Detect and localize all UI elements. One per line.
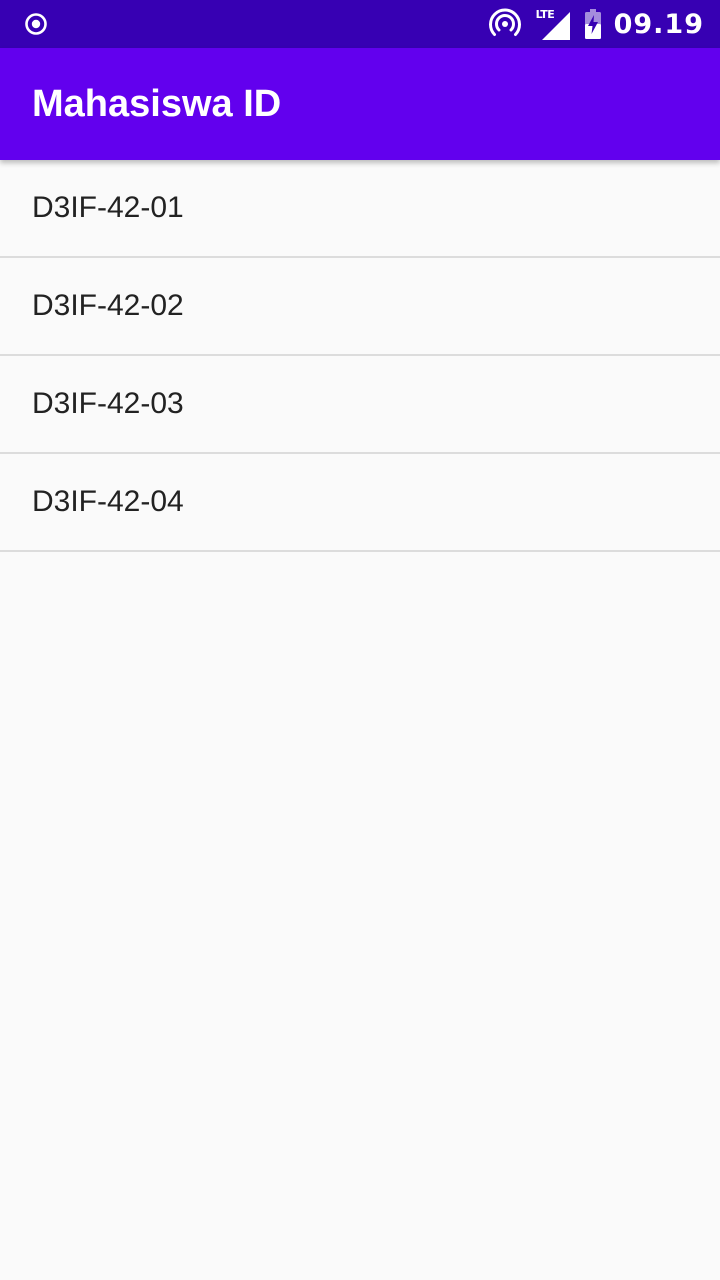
list-item-label: D3IF-42-03 bbox=[32, 387, 184, 420]
radio-button-icon bbox=[25, 13, 47, 35]
list-item[interactable]: D3IF-42-01 bbox=[0, 160, 720, 258]
signal-icon bbox=[541, 12, 570, 40]
list-item-label: D3IF-42-02 bbox=[32, 289, 184, 322]
status-bar: LTE 09.19 bbox=[0, 0, 720, 48]
mahasiswa-list: D3IF-42-01 D3IF-42-02 D3IF-42-03 D3IF-42… bbox=[0, 160, 720, 552]
app-bar: Mahasiswa ID bbox=[0, 48, 720, 160]
list-item-label: D3IF-42-01 bbox=[32, 191, 184, 224]
hotspot-icon bbox=[488, 8, 521, 36]
status-icons: LTE 09.19 bbox=[488, 0, 704, 48]
list-item[interactable]: D3IF-42-04 bbox=[0, 454, 720, 552]
list-item-label: D3IF-42-04 bbox=[32, 485, 184, 518]
status-time: 09.19 bbox=[613, 8, 704, 40]
battery-charging-icon bbox=[584, 9, 601, 39]
page-title: Mahasiswa ID bbox=[32, 82, 282, 125]
list-item[interactable]: D3IF-42-02 bbox=[0, 258, 720, 356]
list-item[interactable]: D3IF-42-03 bbox=[0, 356, 720, 454]
mobile-network: LTE bbox=[536, 7, 570, 41]
